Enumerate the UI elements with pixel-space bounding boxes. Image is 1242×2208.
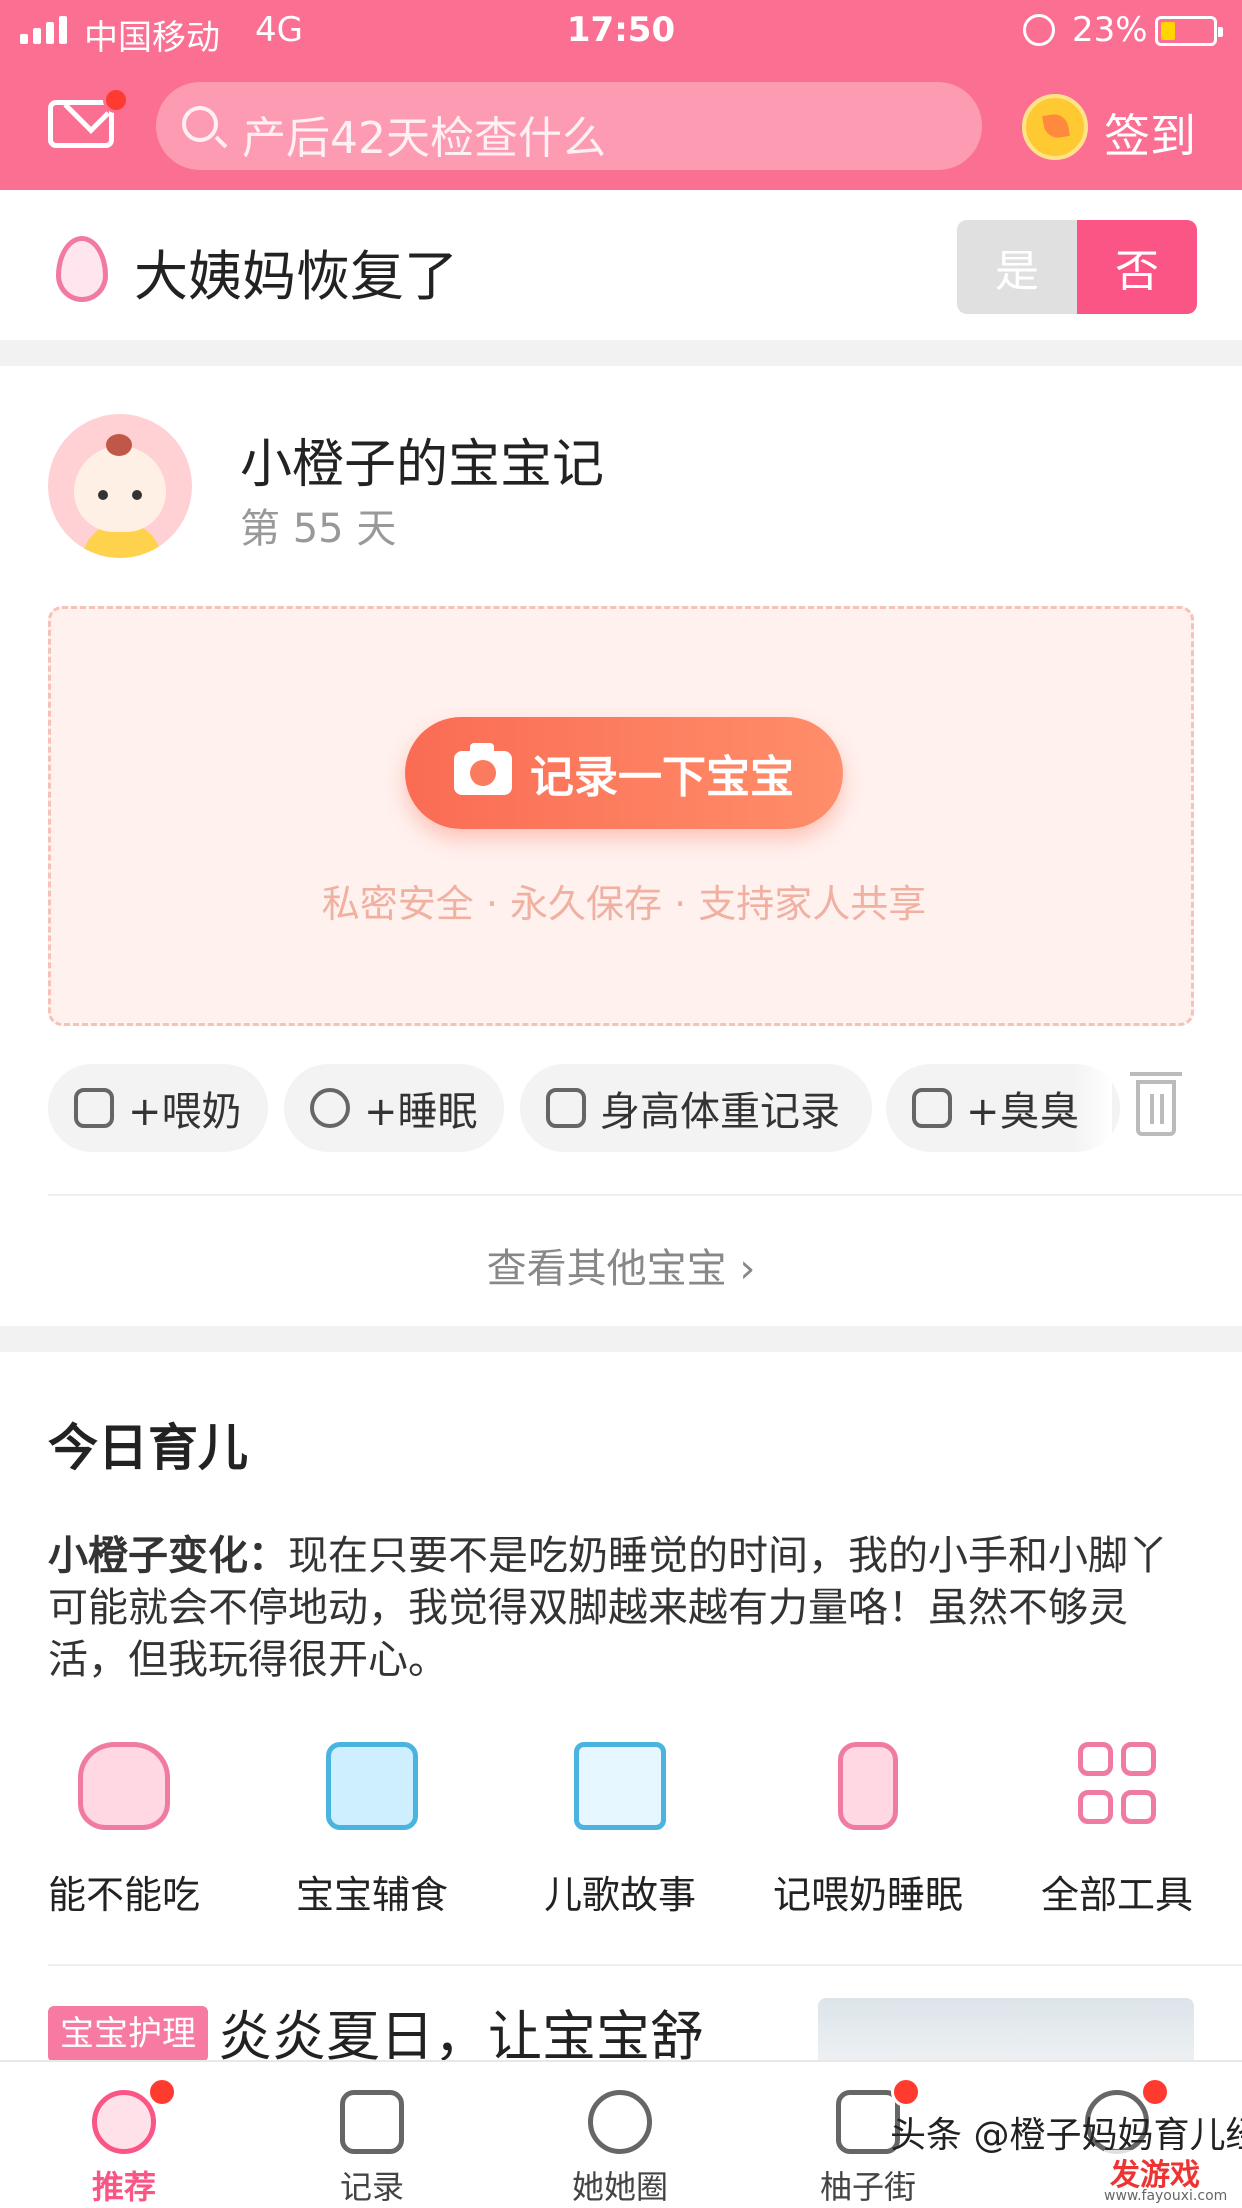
drop-icon xyxy=(56,236,108,302)
tab-label: 她她圈 xyxy=(571,2168,668,2206)
period-card: 大姨妈恢复了 是 否 xyxy=(0,190,1242,340)
tool-songs-stories[interactable]: 儿歌故事 xyxy=(496,1742,744,1919)
today-description: 小橙子变化：现在只要不是吃奶睡觉的时间，我的小手和小脚丫可能就会不停地动，我觉得… xyxy=(48,1530,1198,1686)
watermark-url: www.fayouxi.com xyxy=(1104,2188,1228,2204)
baby-avatar[interactable] xyxy=(48,414,192,558)
trash-icon[interactable] xyxy=(1130,1072,1182,1136)
clock: 17:50 xyxy=(566,10,676,50)
signin-button[interactable]: 签到 xyxy=(1104,100,1196,166)
abc-blocks-icon xyxy=(574,1742,666,1830)
no-button[interactable]: 否 xyxy=(1077,220,1197,314)
feed-chip[interactable]: +喂奶 xyxy=(48,1064,268,1152)
camera-icon xyxy=(454,743,512,795)
chip-label: +臭臭 xyxy=(966,1089,1080,1135)
bottle-icon xyxy=(74,1088,114,1128)
moon-icon xyxy=(310,1088,350,1128)
sleep-chip[interactable]: +睡眠 xyxy=(284,1064,504,1152)
chip-label: 身高体重记录 xyxy=(600,1089,840,1135)
record-baby-label: 记录一下宝宝 xyxy=(530,752,794,803)
tab-label: 记录 xyxy=(339,2168,404,2206)
tab-community[interactable]: 她她圈 xyxy=(496,2062,744,2208)
tool-feed-sleep-log[interactable]: 记喂奶睡眠 xyxy=(744,1742,992,1919)
chips-fade xyxy=(1072,1064,1112,1156)
divider xyxy=(48,1964,1242,1966)
yes-button[interactable]: 是 xyxy=(957,220,1077,314)
tab-recommend[interactable]: 推荐 xyxy=(0,2062,248,2208)
bottle-icon xyxy=(838,1742,898,1830)
notification-dot xyxy=(103,87,129,113)
ruler-icon xyxy=(546,1088,586,1128)
search-input[interactable]: 产后42天检查什么 xyxy=(156,82,982,170)
diaper-icon xyxy=(912,1088,952,1128)
search-placeholder: 产后42天检查什么 xyxy=(242,113,606,164)
record-perks: 私密安全 · 永久保存 · 支持家人共享 xyxy=(321,882,927,926)
avatar-hair xyxy=(106,434,132,456)
battery-percent: 23% xyxy=(1072,10,1148,50)
rotation-lock-icon xyxy=(1023,14,1055,46)
notification-dot xyxy=(147,2077,177,2107)
period-title: 大姨妈恢复了 xyxy=(134,245,458,308)
grapefruit-icon xyxy=(92,2077,177,2154)
notification-dot xyxy=(1140,2077,1170,2107)
baby-name[interactable]: 小橙子的宝宝记 xyxy=(240,422,604,497)
mail-icon[interactable] xyxy=(48,87,129,148)
tool-label: 记喂奶睡眠 xyxy=(772,1873,963,1917)
view-other-babies-link[interactable]: 查看其他宝宝 › xyxy=(0,1236,1242,1294)
tab-label: 柚子街 xyxy=(819,2168,916,2206)
tool-can-eat[interactable]: 能不能吃 xyxy=(0,1742,248,1919)
signin-coin-icon[interactable] xyxy=(1022,94,1088,160)
baby-card: 小橙子的宝宝记 第 55 天 记录一下宝宝 私密安全 · 永久保存 · 支持家人… xyxy=(0,366,1242,1326)
growth-chip[interactable]: 身高体重记录 xyxy=(520,1064,872,1152)
status-bar: 中国移动 4G 17:50 23% xyxy=(0,0,1242,62)
notification-dot xyxy=(891,2077,921,2107)
lollipop-icon xyxy=(588,2090,652,2154)
avatar-eye xyxy=(98,490,108,500)
top-bar: 中国移动 4G 17:50 23% 产后42天检查什么 签到 xyxy=(0,0,1242,190)
article-tag: 宝宝护理 xyxy=(48,2006,208,2062)
search-icon xyxy=(182,106,218,142)
tab-label: 推荐 xyxy=(91,2168,156,2206)
period-toggle: 是 否 xyxy=(957,220,1197,314)
chip-label: +睡眠 xyxy=(364,1089,478,1135)
baby-day-count: 第 55 天 xyxy=(240,506,397,552)
tab-record[interactable]: 记录 xyxy=(248,2062,496,2208)
tool-label: 宝宝辅食 xyxy=(295,1873,448,1917)
tool-all-tools[interactable]: 全部工具 xyxy=(992,1742,1242,1919)
quick-record-chips: +喂奶 +睡眠 身高体重记录 +臭臭 xyxy=(48,1064,1242,1156)
tool-label: 儿歌故事 xyxy=(543,1873,696,1917)
calendar-icon xyxy=(340,2090,404,2154)
battery-icon xyxy=(1155,16,1223,46)
grid-icon xyxy=(1078,1742,1156,1830)
tool-baby-food[interactable]: 宝宝辅食 xyxy=(248,1742,496,1919)
tools-row: 能不能吃 宝宝辅食 儿歌故事 记喂奶睡眠 全部工具 xyxy=(0,1742,1242,1942)
rice-ball-icon xyxy=(78,1742,170,1830)
pot-icon xyxy=(326,1742,418,1830)
avatar-face xyxy=(74,446,166,532)
tool-label: 全部工具 xyxy=(1040,1873,1193,1917)
record-baby-button[interactable]: 记录一下宝宝 xyxy=(405,717,843,829)
today-parenting-section: 今日育儿 小橙子变化：现在只要不是吃奶睡觉的时间，我的小手和小脚丫可能就会不停地… xyxy=(0,1352,1242,2072)
today-heading: 今日育儿 xyxy=(48,1419,248,1477)
divider xyxy=(48,1194,1242,1196)
record-area: 记录一下宝宝 私密安全 · 永久保存 · 支持家人共享 xyxy=(48,606,1194,1026)
chip-label: +喂奶 xyxy=(128,1089,242,1135)
avatar-eye xyxy=(132,490,142,500)
tool-label: 能不能吃 xyxy=(47,1873,200,1917)
desc-label: 小橙子变化： xyxy=(48,1533,288,1579)
